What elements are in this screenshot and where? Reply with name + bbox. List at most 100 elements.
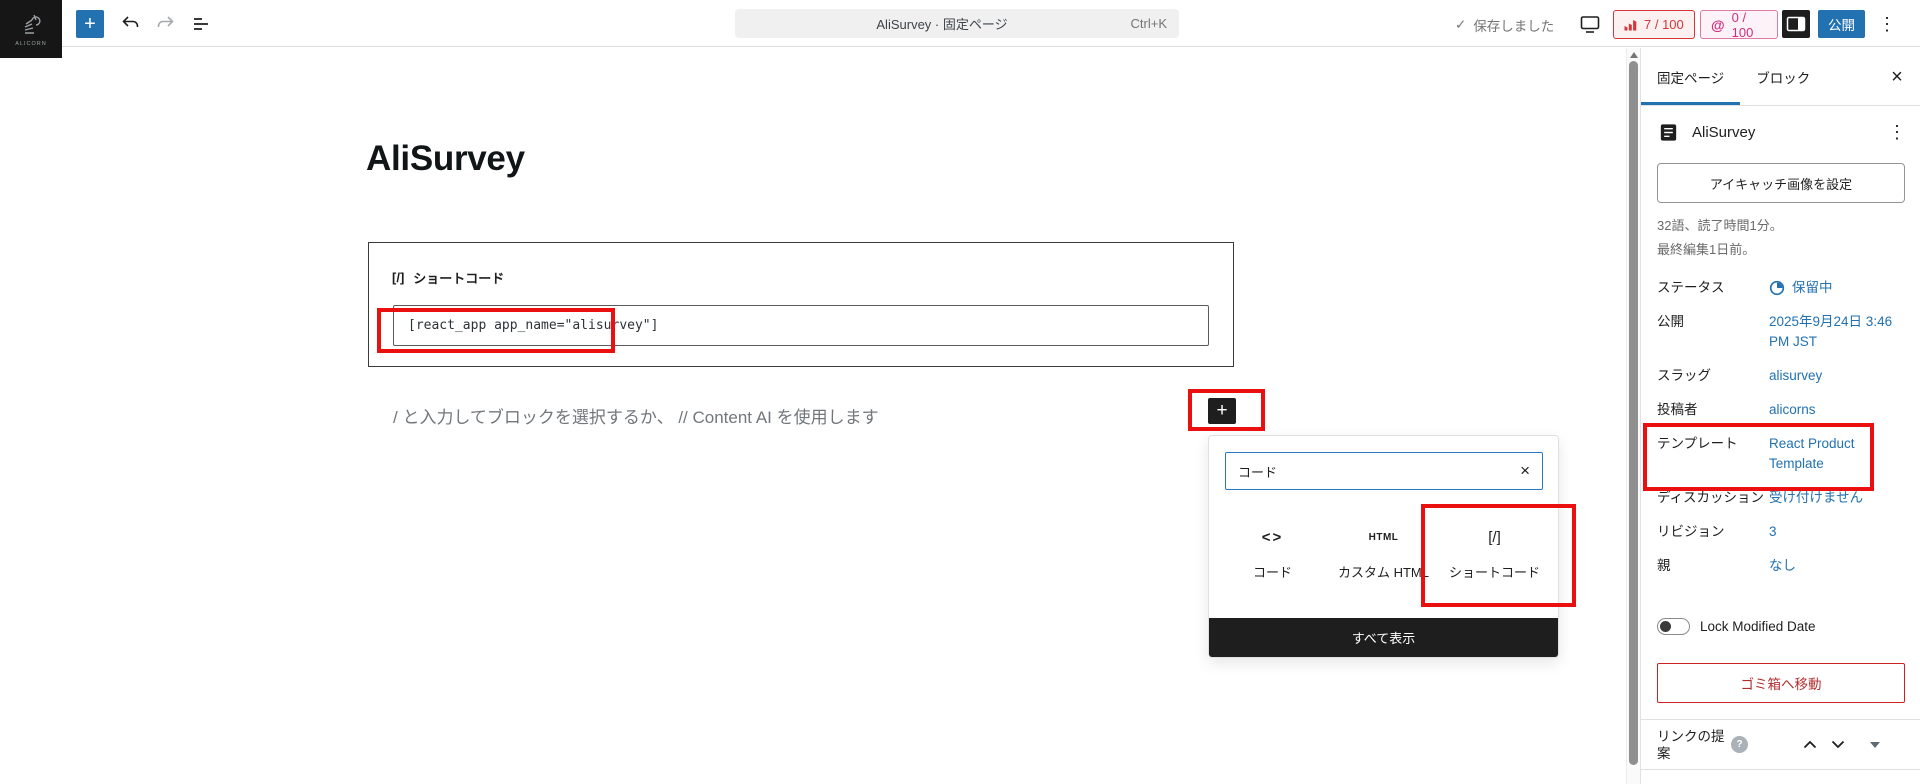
field-row-slug: スラッグ alisurvey: [1657, 366, 1905, 386]
field-label: ステータス: [1657, 278, 1769, 298]
post-title[interactable]: AliSurvey: [366, 139, 525, 179]
toggle-knob: [1660, 621, 1671, 632]
template-link[interactable]: React Product Template: [1769, 434, 1905, 474]
field-row-discussion: ディスカッション 受け付けません: [1657, 488, 1905, 508]
block-item-label: カスタム HTML: [1338, 562, 1429, 581]
parent-link[interactable]: なし: [1769, 556, 1905, 576]
field-label: 公開: [1657, 312, 1769, 352]
settings-sidebar: 固定ページ ブロック × AliSurvey ⋮ アイキャッチ画像を設定 32語…: [1640, 48, 1920, 784]
block-item-shortcode[interactable]: [/] ショートコード: [1439, 524, 1550, 581]
clear-search-icon[interactable]: ×: [1520, 461, 1530, 481]
document-summary-row: AliSurvey ⋮: [1641, 107, 1920, 157]
code-block-icon: <>: [1262, 526, 1284, 548]
command-center-bar[interactable]: AliSurvey · 固定ページ Ctrl+K: [735, 9, 1179, 38]
word-count: 32語、読了時間1分。: [1657, 214, 1904, 238]
block-inserter-popup: コード × <> コード HTML カスタム HTML [/] ショートコード …: [1208, 435, 1559, 658]
paragraph-placeholder[interactable]: / と入力してブロックを選択するか、 // Content AI を使用します: [393, 403, 879, 428]
lock-modified-date-toggle[interactable]: [1657, 618, 1690, 635]
sidebar-doc-title: AliSurvey: [1692, 124, 1755, 141]
field-label: 親: [1657, 556, 1769, 576]
options-menu-button[interactable]: ⋮: [1874, 11, 1900, 37]
move-to-trash-button[interactable]: ゴミ箱へ移動: [1657, 663, 1905, 703]
status-link[interactable]: 保留中: [1769, 278, 1905, 298]
field-row-template: テンプレート React Product Template: [1657, 434, 1905, 474]
block-inserter-toggle-button[interactable]: +: [76, 10, 104, 38]
wordpress-block-editor: AliSurvey · 固定ページ Ctrl+K + ✓ 保存しました 7 / …: [0, 0, 1920, 784]
list-view-icon: [189, 12, 213, 36]
publish-button[interactable]: 公開: [1818, 10, 1865, 38]
field-row-publish-date: 公開 2025年9月24日 3:46 PM JST: [1657, 312, 1905, 352]
panel-move-up-button[interactable]: [1796, 731, 1824, 759]
scrollbar-thumb[interactable]: [1629, 61, 1638, 765]
block-item-label: コード: [1253, 562, 1292, 581]
lock-modified-date-label: Lock Modified Date: [1700, 619, 1816, 634]
saved-label: 保存しました: [1473, 15, 1554, 35]
seo-score-badge[interactable]: 7 / 100: [1613, 10, 1695, 39]
field-row-status: ステータス 保留中: [1657, 278, 1905, 298]
field-label: リビジョン: [1657, 522, 1769, 542]
field-label: テンプレート: [1657, 434, 1769, 474]
html-block-icon: HTML: [1369, 526, 1399, 548]
close-sidebar-icon[interactable]: ×: [1884, 64, 1910, 90]
link-suggestions-panel: リンクの提案 ?: [1641, 719, 1920, 770]
sidebar-panel-icon: [1784, 12, 1808, 36]
chevron-up-icon: [1803, 740, 1817, 749]
preview-button[interactable]: [1577, 11, 1603, 37]
lock-modified-date-row: Lock Modified Date: [1657, 618, 1816, 635]
field-label: ディスカッション: [1657, 488, 1769, 508]
readability-score-label: 0 / 100: [1732, 10, 1767, 40]
redo-button[interactable]: [152, 12, 178, 36]
kebab-icon: ⋮: [1878, 15, 1896, 33]
unicorn-logo-icon: [17, 11, 45, 39]
field-row-parent: 親 なし: [1657, 556, 1905, 576]
block-item-custom-html[interactable]: HTML カスタム HTML: [1328, 524, 1439, 581]
site-logo-button[interactable]: ALICORN: [0, 0, 62, 58]
list-view-button[interactable]: [188, 12, 214, 36]
field-row-author: 投稿者 alicorns: [1657, 400, 1905, 420]
page-options-button[interactable]: ⋮: [1884, 119, 1910, 145]
tab-block[interactable]: ブロック: [1740, 48, 1826, 105]
shortcode-block-header: [/] ショートコード: [392, 268, 504, 287]
revisions-link[interactable]: 3: [1769, 522, 1905, 542]
slug-link[interactable]: alisurvey: [1769, 366, 1905, 386]
set-featured-image-button[interactable]: アイキャッチ画像を設定: [1657, 163, 1905, 203]
sidebar-tabs: 固定ページ ブロック ×: [1641, 48, 1920, 106]
canvas-scrollbar[interactable]: [1626, 48, 1640, 784]
shortcode-icon: [/]: [392, 270, 404, 285]
settings-sidebar-toggle[interactable]: [1782, 10, 1810, 38]
command-shortcut-hint: Ctrl+K: [1131, 16, 1167, 31]
block-item-label: ショートコード: [1449, 562, 1540, 581]
document-meta: 32語、読了時間1分。 最終編集1日前。: [1657, 214, 1904, 262]
shortcode-block-label: ショートコード: [413, 268, 504, 287]
monitor-icon: [1578, 12, 1602, 36]
help-icon[interactable]: ?: [1731, 736, 1748, 753]
tab-page[interactable]: 固定ページ: [1641, 48, 1740, 105]
panel-dropdown-icon[interactable]: [1870, 742, 1880, 748]
author-link[interactable]: alicorns: [1769, 400, 1905, 420]
shortcode-input[interactable]: [react_app app_name="alisurvey"]: [393, 305, 1209, 346]
chevron-down-icon: [1831, 740, 1845, 749]
editor-top-bar: AliSurvey · 固定ページ Ctrl+K + ✓ 保存しました 7 / …: [0, 0, 1920, 47]
shortcode-block-icon: [/]: [1488, 526, 1501, 548]
check-icon: ✓: [1455, 17, 1466, 33]
page-icon: [1657, 121, 1680, 144]
readability-at-icon: @: [1711, 17, 1725, 33]
block-item-code[interactable]: <> コード: [1217, 524, 1328, 581]
redo-icon: [153, 12, 177, 36]
readability-score-badge[interactable]: @ 0 / 100: [1700, 10, 1778, 39]
status-value-label: 保留中: [1792, 278, 1833, 298]
page-settings-fields: ステータス 保留中 公開 2025年9月24日 3:46 PM JST スラッグ…: [1641, 278, 1920, 590]
undo-button[interactable]: [118, 12, 144, 36]
field-label: 投稿者: [1657, 400, 1769, 420]
discussion-link[interactable]: 受け付けません: [1769, 488, 1905, 508]
saved-status[interactable]: ✓ 保存しました: [1455, 15, 1554, 35]
publish-date-link[interactable]: 2025年9月24日 3:46 PM JST: [1769, 312, 1905, 352]
panel-move-down-button[interactable]: [1824, 731, 1852, 759]
block-search-value: コード: [1238, 462, 1277, 481]
block-results-row: <> コード HTML カスタム HTML [/] ショートコード: [1217, 524, 1550, 581]
shortcode-block: [/] ショートコード [react_app app_name="alisurv…: [368, 242, 1234, 367]
inline-block-inserter-button[interactable]: +: [1208, 398, 1236, 424]
browse-all-button[interactable]: すべて表示: [1209, 618, 1558, 657]
scrollbar-up-arrow-icon[interactable]: [1630, 52, 1638, 58]
block-search-input[interactable]: コード ×: [1225, 452, 1543, 490]
